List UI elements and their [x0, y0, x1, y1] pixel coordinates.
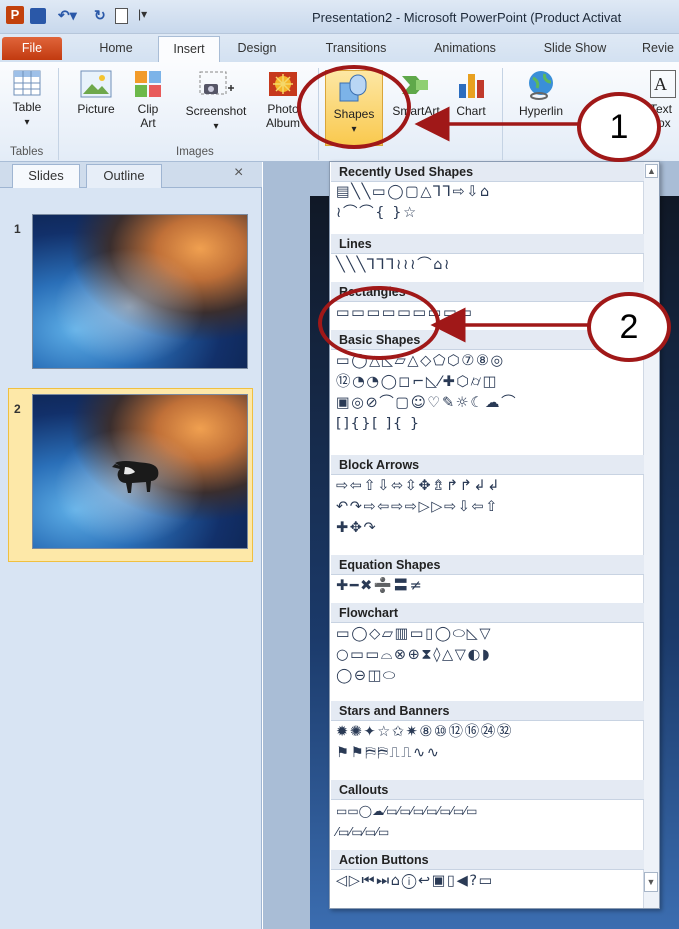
annotation-callout-2: 2 — [587, 292, 671, 362]
annotation-callout-1: 1 — [577, 92, 661, 162]
annotation-arrows — [414, 106, 593, 343]
